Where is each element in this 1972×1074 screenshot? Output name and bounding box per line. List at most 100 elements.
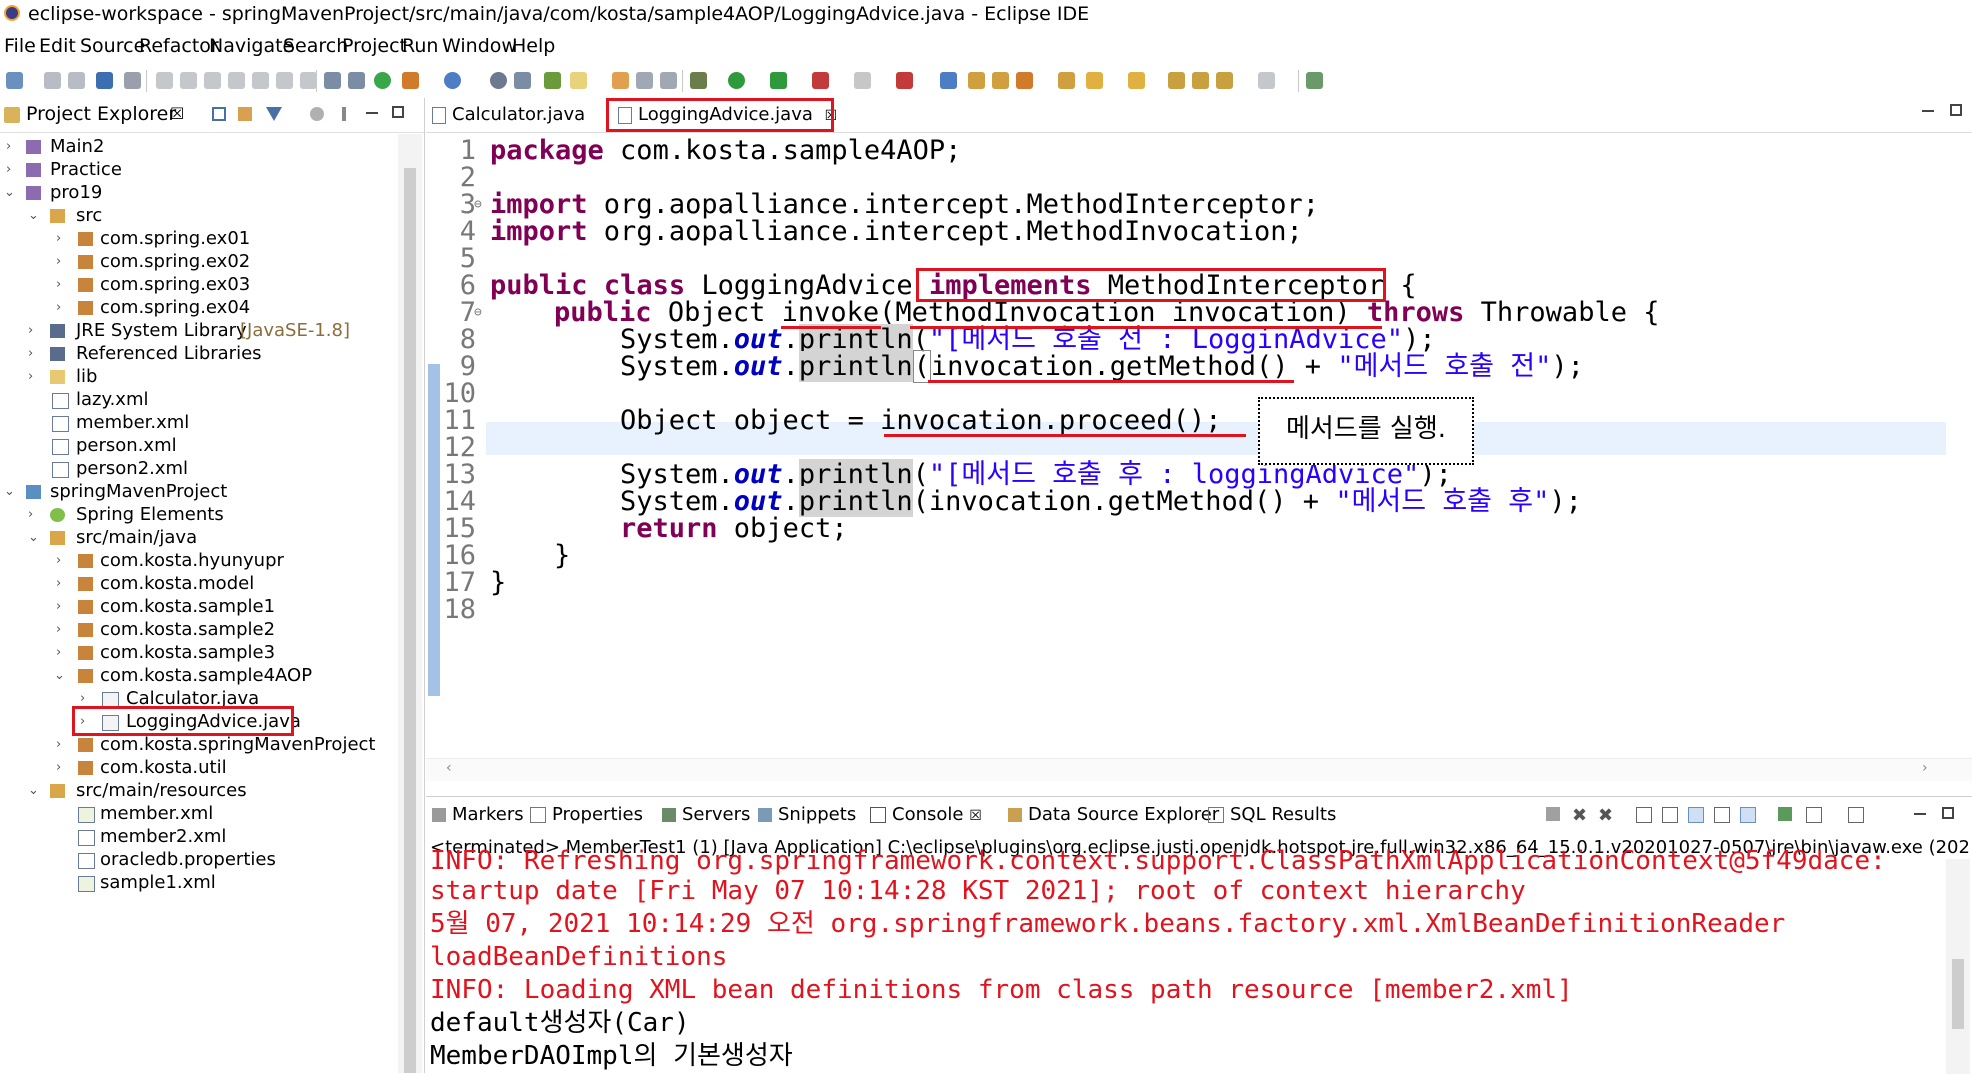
package-icon xyxy=(78,232,93,246)
view-menu-icon[interactable] xyxy=(310,107,324,121)
tab-properties[interactable]: Properties xyxy=(530,803,643,827)
toggle-icon[interactable] xyxy=(348,72,365,89)
menu-project[interactable]: Project xyxy=(342,30,407,62)
display-console-icon[interactable] xyxy=(1806,807,1822,823)
show-whitespace-icon[interactable] xyxy=(660,72,677,89)
tab-console[interactable]: Console ☒ xyxy=(870,803,982,827)
menu-source[interactable]: Source xyxy=(80,30,145,62)
scroll-lock-icon[interactable] xyxy=(1662,807,1678,823)
highlight-box-implements xyxy=(916,268,1386,302)
tab-calculator-java[interactable]: Calculator.java xyxy=(432,100,585,130)
menu-run[interactable]: Run xyxy=(402,30,438,62)
pen-icon[interactable] xyxy=(1016,72,1033,89)
new-java-project-icon[interactable] xyxy=(940,72,957,89)
save-all-icon[interactable] xyxy=(68,72,85,89)
remove-all-icon[interactable]: ✖ xyxy=(1598,805,1613,826)
run-icon[interactable] xyxy=(728,72,745,89)
prev-annotation-icon[interactable] xyxy=(1128,72,1145,89)
minimize-icon[interactable] xyxy=(1914,813,1926,815)
scroll-left-icon[interactable]: ‹ xyxy=(446,760,452,776)
search-tool-icon[interactable] xyxy=(490,72,507,89)
format-icon[interactable] xyxy=(324,72,341,89)
open-folder-icon[interactable] xyxy=(968,72,985,89)
annotation-icon[interactable] xyxy=(612,72,629,89)
close-icon[interactable]: ☒ xyxy=(170,104,184,123)
highlight-icon[interactable] xyxy=(570,72,587,89)
word-wrap-icon[interactable] xyxy=(1688,807,1704,823)
new-icon[interactable] xyxy=(6,72,23,89)
last-edit-icon[interactable] xyxy=(1168,72,1185,89)
coverage-icon[interactable] xyxy=(812,72,829,89)
filter-icon[interactable] xyxy=(266,107,282,121)
menu-navigate[interactable]: Navigate xyxy=(209,30,294,62)
tab-data-source-explorer[interactable]: Data Source Explorer xyxy=(1008,803,1219,827)
step-return-icon[interactable] xyxy=(300,72,317,89)
next-annotation-icon[interactable] xyxy=(1086,72,1103,89)
open-console-icon[interactable] xyxy=(1848,807,1864,823)
save-icon[interactable] xyxy=(44,72,61,89)
maximize-icon[interactable] xyxy=(1942,807,1954,819)
menu-refactor[interactable]: Refactor xyxy=(139,30,219,62)
menu-file[interactable]: File xyxy=(4,30,36,62)
server-icon[interactable] xyxy=(402,72,419,89)
toolbar xyxy=(0,64,1972,96)
block-select-icon[interactable] xyxy=(636,72,653,89)
scroll-right-icon[interactable]: › xyxy=(1922,760,1928,776)
debug-icon[interactable] xyxy=(690,72,707,89)
minimize-icon[interactable] xyxy=(1922,110,1934,112)
scrollbar-thumb[interactable] xyxy=(404,168,416,1073)
disconnect-icon[interactable] xyxy=(228,72,245,89)
highlight-box-tab xyxy=(606,98,834,132)
editor-horizontal-scrollbar[interactable]: ‹ › xyxy=(426,758,1972,781)
suspend-icon[interactable] xyxy=(180,72,197,89)
scrollbar-thumb[interactable] xyxy=(1952,959,1964,1029)
tab-sql-results[interactable]: SQL Results xyxy=(1208,803,1336,827)
view-menu-dots-icon[interactable] xyxy=(342,107,346,121)
maximize-icon[interactable] xyxy=(1950,104,1962,116)
terminal-icon[interactable] xyxy=(96,72,113,89)
skip-breakpoints-icon[interactable] xyxy=(124,72,141,89)
maximize-icon[interactable] xyxy=(392,106,404,118)
minimize-icon[interactable] xyxy=(366,112,378,114)
mark-occurrences-icon[interactable] xyxy=(544,72,561,89)
new-package-icon[interactable] xyxy=(992,72,1009,89)
close-icon[interactable]: ☒ xyxy=(969,808,982,824)
menu-help[interactable]: Help xyxy=(512,30,555,62)
pin-editor-icon[interactable] xyxy=(1306,72,1323,89)
terminate-icon[interactable] xyxy=(204,72,221,89)
show-stdout-icon[interactable] xyxy=(1714,807,1730,823)
globe-icon[interactable] xyxy=(444,72,461,89)
open-type-icon[interactable] xyxy=(514,72,531,89)
resume-icon[interactable] xyxy=(156,72,173,89)
menu-window[interactable]: Window xyxy=(442,30,517,62)
show-stderr-icon[interactable] xyxy=(1740,807,1756,823)
step-into-icon[interactable] xyxy=(252,72,269,89)
back-icon[interactable] xyxy=(1216,72,1233,89)
remove-launch-icon[interactable]: ✖ xyxy=(1572,805,1587,826)
tab-snippets[interactable]: Snippets xyxy=(758,803,856,827)
project-icon xyxy=(26,140,41,154)
xml-file-icon xyxy=(52,416,69,432)
tab-servers[interactable]: Servers xyxy=(662,803,750,827)
explorer-scrollbar[interactable] xyxy=(398,134,422,1073)
project-explorer-title[interactable]: Project Explorer xyxy=(26,103,176,125)
tab-markers[interactable]: Markers xyxy=(432,803,524,827)
menu-search[interactable]: Search xyxy=(283,30,348,62)
forward-edit-icon[interactable] xyxy=(1192,72,1209,89)
external-tools-icon[interactable] xyxy=(896,72,913,89)
console-scrollbar[interactable] xyxy=(1946,859,1970,1074)
link-editor-icon[interactable] xyxy=(238,107,252,121)
collapse-all-icon[interactable] xyxy=(212,107,226,121)
folder-icon[interactable] xyxy=(1058,72,1075,89)
refresh-icon[interactable] xyxy=(374,72,391,89)
step-over-icon[interactable] xyxy=(276,72,293,89)
toolbar-separator xyxy=(316,70,317,92)
menu-edit[interactable]: Edit xyxy=(39,30,76,62)
code-area[interactable]: 1 package com.kosta.sample4AOP; 2 3 ⊖ impor… xyxy=(426,134,1946,754)
stop-icon[interactable] xyxy=(854,72,871,89)
forward-icon[interactable] xyxy=(1258,72,1275,89)
clear-console-icon[interactable] xyxy=(1636,807,1652,823)
pin-console-icon[interactable] xyxy=(1778,807,1792,821)
terminate-icon[interactable] xyxy=(1546,807,1560,821)
run-as-icon[interactable] xyxy=(770,72,787,89)
